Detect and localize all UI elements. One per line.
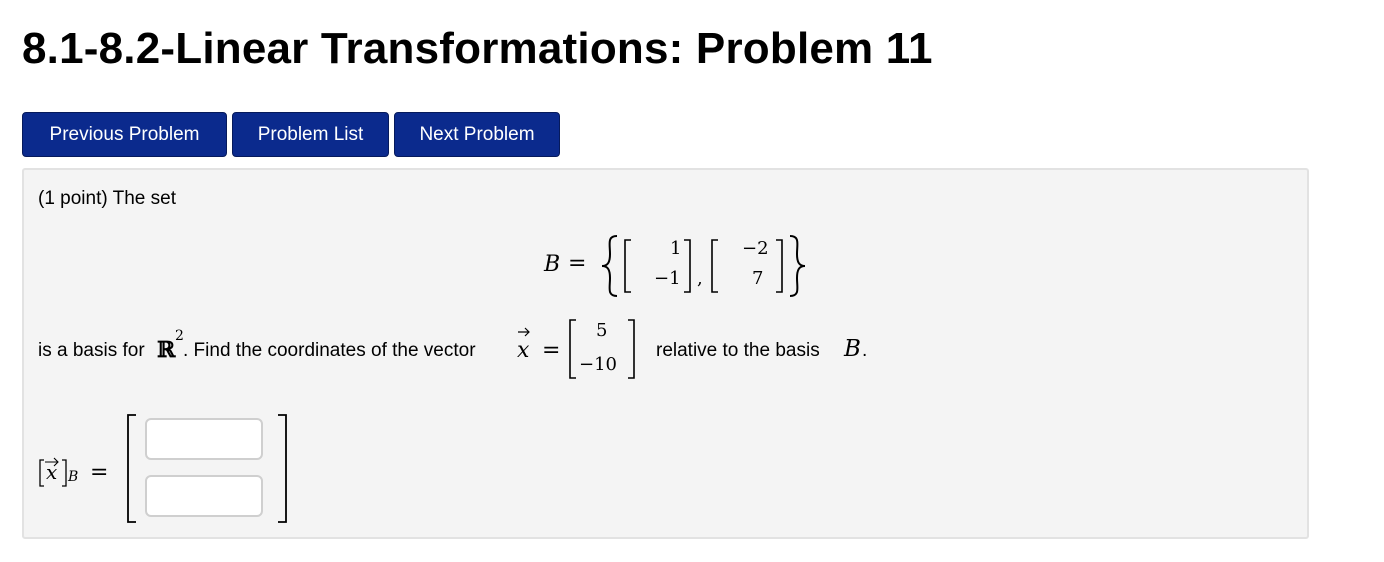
previous-problem-button[interactable]: Previous Problem	[22, 112, 227, 157]
problem-list-button[interactable]: Problem List	[232, 112, 389, 157]
answer-input-1[interactable]	[145, 418, 263, 460]
basis-v1-top: 1	[670, 238, 682, 259]
vector-x-bottom: −10	[579, 354, 617, 375]
basis-v2-bottom: 7	[752, 268, 764, 289]
problem-panel: (1 point) The set B = 1 −1 , −2 7 is a b…	[22, 168, 1309, 539]
problem-intro: (1 point) The set	[38, 188, 177, 209]
basis-equation: B = 1 −1 , −2 7	[534, 228, 814, 304]
vector-x-top: 5	[596, 320, 608, 341]
sentence-part1: is a basis for	[38, 340, 145, 361]
page-title: 8.1-8.2-Linear Transformations: Problem …	[22, 24, 933, 73]
next-problem-button[interactable]: Next Problem	[394, 112, 560, 157]
sentence-part3: relative to the basis	[656, 340, 820, 361]
sentence-part2: . Find the coordinates of the vector	[183, 340, 476, 361]
basis-comma: ,	[697, 268, 703, 289]
sentence-end: .	[862, 340, 868, 361]
sentence-basis-symbol: B	[844, 336, 861, 362]
basis-v2-top: −2	[742, 238, 769, 259]
field-symbol: ℝ	[157, 337, 176, 363]
vector-x-equation: x = 5 −10	[514, 316, 644, 382]
answer-input-2[interactable]	[145, 475, 263, 517]
basis-v1-bottom: −1	[654, 268, 681, 289]
